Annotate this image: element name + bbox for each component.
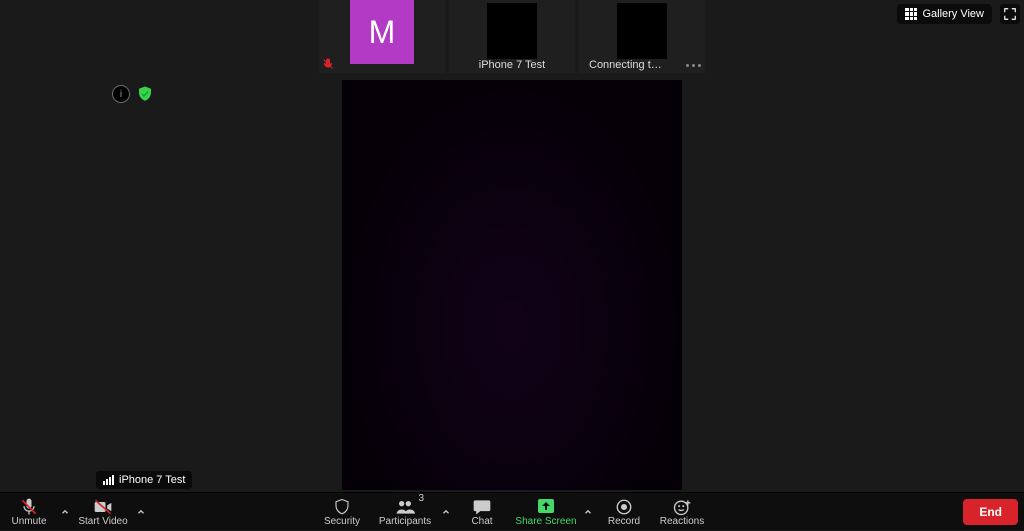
camera-off-icon: [92, 497, 114, 517]
chevron-up-icon: [136, 507, 146, 517]
participants-label: Participants: [379, 516, 431, 527]
encryption-badge[interactable]: [136, 85, 154, 103]
security-label: Security: [324, 516, 360, 527]
meeting-info-icons: i: [112, 85, 154, 103]
video-off-placeholder: [617, 3, 667, 59]
participant-thumbnail[interactable]: iPhone 7 Test: [449, 0, 575, 73]
share-screen-button[interactable]: Share Screen: [511, 493, 581, 531]
participants-options-chevron[interactable]: [439, 493, 453, 531]
participants-icon: [393, 497, 417, 517]
info-icon: i: [120, 89, 122, 100]
signal-icon: [103, 475, 114, 485]
microphone-muted-icon: [19, 497, 39, 517]
thumbnail-row: M iPhone 7 Test Connecting t…: [319, 0, 705, 73]
start-video-label: Start Video: [78, 516, 127, 527]
chevron-up-icon: [60, 507, 70, 517]
start-video-button[interactable]: Start Video: [72, 493, 134, 531]
gallery-view-label: Gallery View: [922, 8, 984, 20]
shield-check-icon: [136, 85, 154, 103]
participants-button[interactable]: 3 Participants: [371, 493, 439, 531]
bottom-toolbar: Unmute Start Video Security 3 Partic: [0, 492, 1024, 530]
unmute-label: Unmute: [11, 516, 46, 527]
participant-label: iPhone 7 Test: [449, 59, 575, 71]
participant-thumbnail[interactable]: M: [319, 0, 445, 73]
main-video-feed: [342, 80, 682, 490]
reactions-label: Reactions: [660, 516, 704, 527]
shield-icon: [333, 497, 351, 517]
end-meeting-button[interactable]: End: [963, 499, 1018, 525]
video-off-placeholder: [487, 3, 537, 59]
loading-dots-icon: [686, 64, 701, 67]
chat-label: Chat: [471, 516, 492, 527]
top-right-controls: Gallery View: [897, 4, 1020, 24]
share-screen-label: Share Screen: [515, 516, 576, 527]
chat-icon: [472, 497, 492, 517]
video-options-chevron[interactable]: [134, 493, 148, 531]
gallery-view-button[interactable]: Gallery View: [897, 4, 992, 24]
active-speaker-name: iPhone 7 Test: [119, 474, 185, 486]
reactions-button[interactable]: Reactions: [653, 493, 711, 531]
info-button[interactable]: i: [112, 85, 130, 103]
active-speaker-label: iPhone 7 Test: [96, 471, 192, 489]
record-icon: [615, 497, 633, 517]
participant-thumbnail[interactable]: Connecting t…: [579, 0, 705, 73]
chevron-up-icon: [441, 507, 451, 517]
grid-icon: [905, 8, 917, 20]
record-label: Record: [608, 516, 640, 527]
security-button[interactable]: Security: [313, 493, 371, 531]
participants-count: 3: [418, 493, 424, 504]
unmute-button[interactable]: Unmute: [0, 493, 58, 531]
fullscreen-icon: [1003, 7, 1017, 21]
share-screen-icon: [534, 497, 558, 517]
audio-options-chevron[interactable]: [58, 493, 72, 531]
record-button[interactable]: Record: [595, 493, 653, 531]
avatar-initial: M: [350, 0, 414, 64]
chevron-up-icon: [583, 507, 593, 517]
chat-button[interactable]: Chat: [453, 493, 511, 531]
reactions-icon: [672, 497, 692, 517]
share-options-chevron[interactable]: [581, 493, 595, 531]
muted-icon: [322, 58, 334, 70]
fullscreen-button[interactable]: [1000, 4, 1020, 24]
